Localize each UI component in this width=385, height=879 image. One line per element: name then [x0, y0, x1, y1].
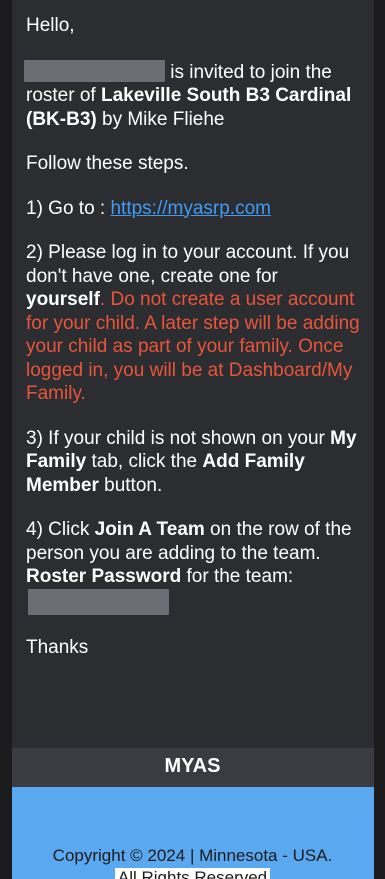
redacted-name — [24, 59, 165, 82]
step-4-suffix: for the team: — [181, 566, 294, 587]
step-3-mid: tab, click the — [86, 451, 203, 472]
step-3-suffix: button. — [98, 474, 163, 496]
invited-by: by Mike Fliehe — [96, 108, 225, 130]
step-2-bold: yourself — [26, 289, 100, 310]
intro-text: Follow these steps. — [26, 153, 189, 174]
invite-paragraph: is invited to join the roster of Lakevil… — [24, 59, 362, 132]
footer-rights-text: All Rights Reserved — [114, 868, 271, 879]
step-4-text: 4) Click — [26, 519, 95, 540]
closing: Thanks — [26, 637, 89, 658]
page: Hello, is invited to join the roster of … — [0, 0, 385, 879]
greeting: Hello, — [26, 15, 75, 36]
step-2-text: 2) Please log in to your account. If you… — [26, 242, 350, 287]
step-3-text: 3) If your child is not shown on your — [26, 427, 331, 449]
step-3: 3) If your child is not shown on your My… — [26, 427, 362, 498]
footer-brand: MYAS — [164, 755, 221, 777]
footer-copyright: Copyright © 2024 | Minnesota - USA. — [52, 846, 333, 865]
step-1-text: 1) Go to : — [26, 197, 111, 219]
email-body: Hello, is invited to join the roster of … — [12, 0, 374, 748]
step-4: 4) Click Join A Team on the row of the p… — [26, 518, 362, 615]
step-4-join-a-team: Join A Team — [94, 519, 205, 540]
step-1: 1) Go to : https://myasrp.com — [26, 197, 362, 221]
footer-rights: All Rights Reserved — [0, 868, 385, 879]
redacted-password — [28, 588, 169, 615]
step-2: 2) Please log in to your account. If you… — [26, 241, 362, 406]
myasrp-link[interactable]: https://myasrp.com — [110, 198, 271, 219]
step-4-roster-password: Roster Password — [26, 566, 182, 587]
